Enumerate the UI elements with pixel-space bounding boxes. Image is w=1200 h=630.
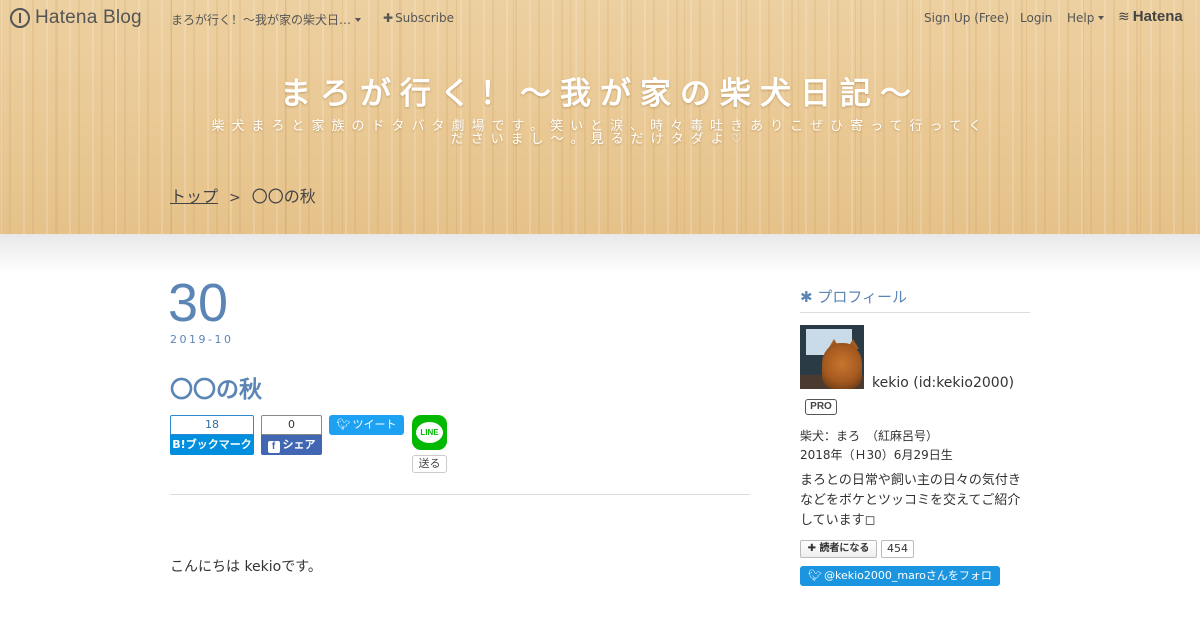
chevron-down-icon (1098, 16, 1105, 20)
breadcrumb: トップ > 〇〇の秋 (170, 183, 316, 207)
avatar[interactable] (800, 325, 864, 389)
avatar-dog (822, 343, 862, 389)
hatena-blog-logo-icon (10, 8, 30, 28)
profile-birthday: 2018年（Ｈ30）6月29日生 (800, 448, 953, 462)
pro-badge[interactable]: PRO (805, 399, 837, 415)
entry-body-text: こんにちは kekioです。 (170, 559, 322, 575)
blog-description-line: ださいまし～。見るだけタダよ♡ (450, 132, 750, 147)
blog-title[interactable]: まろが行く！～我が家の柴犬日記～ (0, 68, 1200, 113)
profile-description: まろとの日常や飼い主の日々の気付きなどをボケとツッコミを交えてご紹介しています◻ (800, 473, 1021, 528)
subscriber-count: 454 (881, 540, 914, 558)
line-send-label[interactable]: 送る (412, 455, 447, 473)
line-share-button[interactable]: LINE 送る (412, 415, 447, 473)
facebook-share-button[interactable]: 0 f シェア (261, 415, 322, 455)
subscribe-reader-button[interactable]: ✚ 読者になる (800, 540, 877, 558)
signup-link[interactable]: Sign Up (Free) (924, 11, 1009, 25)
subscribe-label: Subscribe (395, 11, 455, 25)
help-dropdown[interactable]: Help (1067, 11, 1105, 25)
sidebar-profile-title: ✱ プロフィール (800, 286, 1030, 313)
subscribe-reader-label: 読者になる (819, 543, 870, 554)
entry-date-day[interactable]: 30 (168, 272, 228, 334)
blog-dropdown[interactable]: まろが行く！～我が家の柴犬日… (171, 11, 362, 28)
twitter-bird-icon: 🐦︎ (336, 418, 351, 431)
breadcrumb-separator: > (229, 190, 241, 206)
tweet-button-inner: 🐦︎ ツイート (329, 415, 404, 435)
bookmark-count: 18 (170, 415, 254, 435)
tweet-label: ツイート (352, 418, 397, 431)
subscribe-link[interactable]: ✚ Subscribe (383, 11, 454, 25)
blog-dropdown-label: まろが行く！～我が家の柴犬日… (171, 13, 352, 27)
hatena-logo-link[interactable]: ≋ Hatena (1118, 8, 1183, 25)
twitter-follow-label: @kekio2000_maroさんをフォロー (808, 569, 992, 602)
asterisk-icon: ✱ (800, 288, 813, 306)
line-icon: LINE (412, 415, 447, 450)
hatena-logo-text: Hatena (1132, 8, 1183, 25)
breadcrumb-current: 〇〇の秋 (251, 187, 316, 206)
blog-description: 柴犬まろと家族のドタバタ劇場です。笑いと涙、時々毒吐きありこぜひ寄って行ってく … (170, 120, 1030, 146)
hatena-topbar: Hatena Blog まろが行く！～我が家の柴犬日… ✚ Subscribe S… (0, 0, 1200, 36)
bookmark-label: B!ブックマーク (170, 435, 254, 455)
hatena-blog-logo[interactable]: Hatena Blog (10, 6, 142, 30)
hatena-blog-logo-text: Hatena Blog (35, 7, 142, 28)
line-logo-text: LINE (416, 422, 443, 443)
breadcrumb-home-link[interactable]: トップ (170, 187, 218, 206)
tweet-button[interactable]: 🐦︎ ツイート (329, 415, 404, 435)
chevron-down-icon (355, 18, 362, 22)
twitter-bird-icon: 🐦︎ (808, 569, 822, 582)
facebook-share-label-wrap: f シェア (261, 435, 322, 455)
plus-icon: ✚ (383, 11, 394, 25)
sidebar-profile-title-label: プロフィール (817, 288, 908, 306)
help-label: Help (1067, 11, 1095, 25)
profile-dog-name: 柴犬：まろ （紅麻呂号） (800, 429, 939, 443)
login-link[interactable]: Login (1020, 11, 1052, 25)
entry-title[interactable]: 〇〇の秋 (170, 370, 262, 404)
twitter-follow-button[interactable]: 🐦︎ @kekio2000_maroさんをフォロー (800, 566, 1000, 602)
facebook-icon: f (267, 441, 280, 453)
profile-name-link[interactable]: kekio (id:kekio2000) (872, 375, 1014, 391)
facebook-count: 0 (261, 415, 322, 435)
plus-icon: ✚ (807, 543, 820, 554)
hatena-bookmark-button[interactable]: 18 B!ブックマーク (170, 415, 254, 455)
hatena-mark-icon: ≋ (1118, 8, 1130, 25)
entry-divider (170, 494, 750, 495)
entry-date-year-month: 2019-10 (170, 333, 234, 346)
header-shadow (0, 234, 1200, 274)
facebook-share-label: シェア (282, 438, 316, 451)
